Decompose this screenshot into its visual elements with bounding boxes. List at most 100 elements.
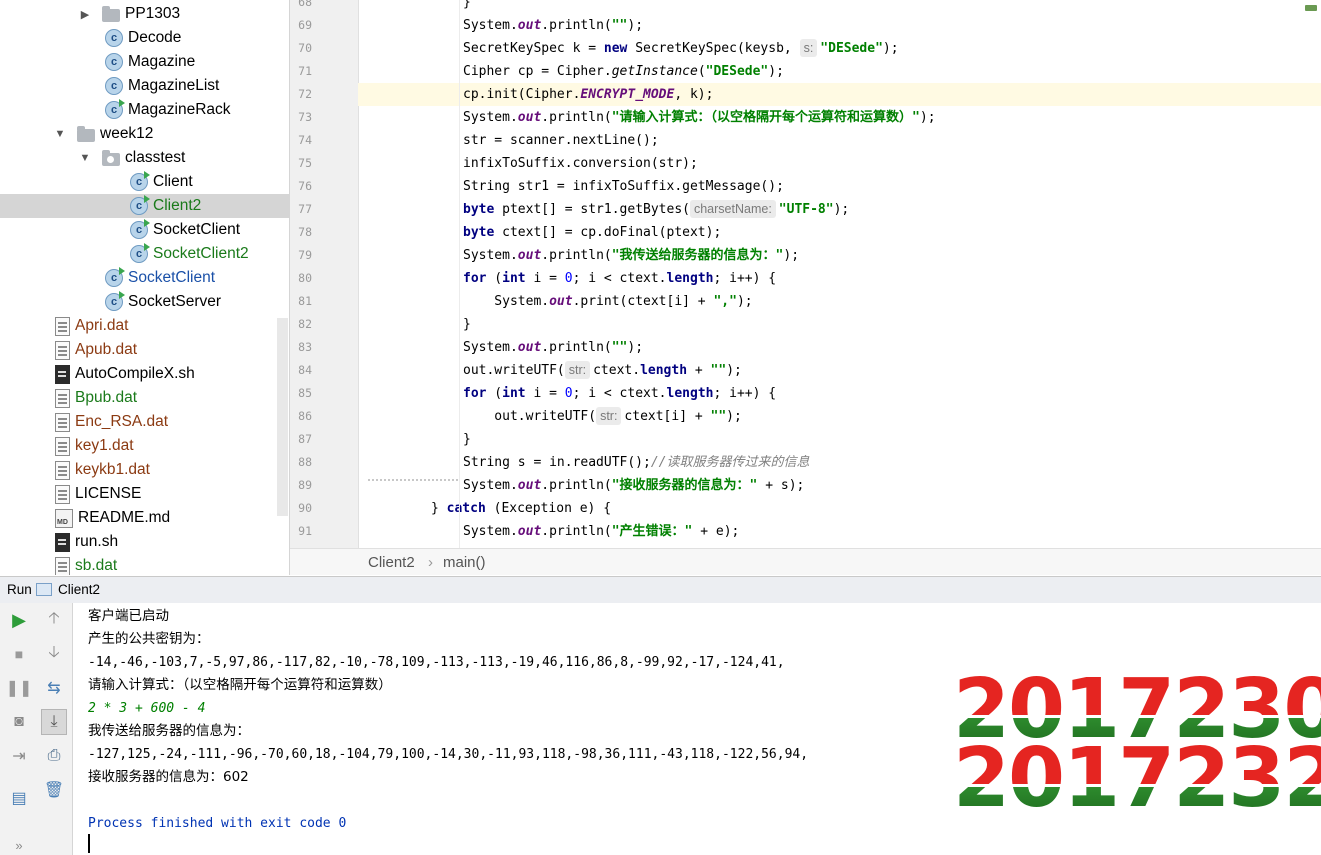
soft-wrap-icon[interactable]: ⇆ [41,675,67,701]
code-line[interactable]: str = scanner.nextLine(); [358,129,1321,152]
scroll-to-end-icon[interactable]: ⤓ [41,709,67,735]
tree-item[interactable]: MD README.md [0,506,289,530]
code-line[interactable]: infixToSuffix.conversion(str); [358,152,1321,175]
code-line[interactable]: System.out.println(""); [358,14,1321,37]
run-tab-client2[interactable]: Client2 [58,582,100,597]
line-number: 91 [298,524,312,538]
line-number: 71 [298,64,312,78]
print-icon[interactable]: ⎙ [41,743,67,769]
rerun-icon[interactable]: ▶ [6,607,32,633]
code-editor[interactable]: 68 69 70 71 72 73 74 75 76 77 78 79 80 81 82 83 84 85 86 87… [290,0,1321,575]
tree-item[interactable]: ▼ classtest [0,146,289,170]
code-line[interactable]: SecretKeySpec k = new SecretKeySpec(keys… [358,37,1321,60]
line-number: 76 [298,179,312,193]
chevron-right-icon[interactable]: ▶ [78,8,92,21]
login-icon[interactable]: ⇥ [6,743,32,769]
code-line[interactable]: cp.init(Cipher.ENCRYPT_MODE, k); [358,83,1321,106]
class-icon-run: c [105,99,125,119]
tree-item[interactable]: c MagazineList [0,74,289,98]
code-line[interactable]: for (int i = 0; i < ctext.length; i++) { [358,382,1321,405]
tree-item-label: Client [153,173,193,190]
code-line[interactable]: } [358,428,1321,451]
tree-item[interactable]: c Client2 [0,194,289,218]
code-line[interactable]: String str1 = infixToSuffix.getMessage()… [358,175,1321,198]
code-line[interactable]: for (int i = 0; i < ctext.length; i++) { [358,267,1321,290]
tree-item[interactable]: run.sh [0,530,289,554]
code-line[interactable]: System.out.println("接收服务器的信息为：" + s); [358,474,1321,497]
tree-item[interactable]: c SocketClient2 [0,242,289,266]
pause-icon[interactable]: ❚❚ [6,675,33,701]
breadcrumb-class[interactable]: Client2 [368,554,415,571]
console-output[interactable]: 20172303 20172322 客户端已启动产生的公共密钥为：-14,-46… [73,603,1321,855]
tree-item[interactable]: LICENSE [0,482,289,506]
tree-item-label: keykb1.dat [75,461,150,478]
tree-item[interactable]: c SocketClient [0,266,289,290]
class-icon-run: c [130,219,150,239]
tree-item[interactable]: c MagazineRack [0,98,289,122]
tree-item[interactable]: Enc_RSA.dat [0,410,289,434]
tree-item-label: MagazineList [128,77,220,94]
tree-item[interactable]: key1.dat [0,434,289,458]
line-number: 69 [298,18,312,32]
tree-item-label: Apri.dat [75,317,129,334]
line-number: 72 [298,87,312,101]
scroll-up-icon[interactable]: 🡡 [41,607,67,633]
chevron-down-icon[interactable]: ▼ [53,128,67,140]
run-tool-window-header: Run Client2 [0,576,1321,604]
console-line: 产生的公共密钥为： [88,631,210,647]
code-text: System.out.println("产生错误：" + e); [463,524,740,539]
tree-scrollbar[interactable] [277,318,288,516]
tree-item[interactable]: sb.dat [0,554,289,575]
console-line: Process finished with exit code 0 [88,816,347,831]
line-number: 86 [298,409,312,423]
scroll-down-icon[interactable]: 🡣 [41,641,67,667]
code-line[interactable]: System.out.println("产生错误：" + e); [358,520,1321,543]
code-text: byte ptext[] = str1.getBytes(charsetName… [463,200,850,218]
breadcrumb-separator: › [428,554,433,571]
tree-item[interactable]: c SocketServer [0,290,289,314]
trash-icon[interactable]: 🗑 [41,777,67,803]
code-line[interactable]: out.writeUTF(str: ctext.length + ""); [358,359,1321,382]
code-line[interactable]: System.out.println(""); [358,336,1321,359]
code-text: Cipher cp = Cipher.getInstance("DESede")… [463,64,784,79]
layout-icon[interactable]: ▤ [6,785,32,811]
tree-item[interactable]: c Magazine [0,50,289,74]
console-line: 2 * 3 + 600 - 4 [88,701,206,716]
tree-item-label: Apub.dat [75,341,138,358]
console-line: -14,-46,-103,7,-5,97,86,-117,82,-10,-78,… [88,655,785,670]
code-line[interactable]: out.writeUTF(str: ctext[i] + ""); [358,405,1321,428]
more-actions-icon[interactable]: » [6,835,32,855]
breadcrumb-method[interactable]: main() [443,554,486,571]
file-icon [55,388,70,408]
tree-item[interactable]: Bpub.dat [0,386,289,410]
tree-item[interactable]: c SocketClient [0,218,289,242]
tree-item[interactable]: AutoCompileX.sh [0,362,289,386]
file-icon [55,340,70,360]
code-line[interactable]: System.out.println("我传送给服务器的信息为："); [358,244,1321,267]
chevron-down-icon[interactable]: ▼ [78,152,92,164]
stop-icon[interactable]: ■ [6,641,32,667]
tree-item[interactable]: Apri.dat [0,314,289,338]
tree-item[interactable]: c Decode [0,26,289,50]
code-line[interactable]: byte ctext[] = cp.doFinal(ptext); [358,221,1321,244]
code-text: System.out.println("我传送给服务器的信息为："); [463,248,800,263]
tree-item-label: AutoCompileX.sh [75,365,195,382]
tree-item[interactable]: c Client [0,170,289,194]
code-line[interactable]: System.out.print(ctext[i] + ","); [358,290,1321,313]
code-line[interactable]: System.out.println("请输入计算式：（以空格隔开每个运算符和运… [358,106,1321,129]
tree-item[interactable]: ▶ PP1303 [0,2,289,26]
code-text: SecretKeySpec k = new SecretKeySpec(keys… [463,39,899,57]
tree-item[interactable]: Apub.dat [0,338,289,362]
code-line[interactable]: Cipher cp = Cipher.getInstance("DESede")… [358,60,1321,83]
tree-item[interactable]: keykb1.dat [0,458,289,482]
code-line[interactable]: } catch (Exception e) { [358,497,1321,520]
line-number: 68 [298,0,312,9]
code-line[interactable]: byte ptext[] = str1.getBytes(charsetName… [358,198,1321,221]
camera-icon[interactable]: ◙ [6,709,32,735]
tree-item-label: LICENSE [75,485,142,502]
code-line[interactable]: String s = in.readUTF();//读取服务器传过来的信息 [358,451,1321,474]
code-line[interactable]: } [358,313,1321,336]
console-line: 我传送给服务器的信息为： [88,723,250,739]
code-line[interactable]: } [358,0,1321,14]
tree-item[interactable]: ▼ week12 [0,122,289,146]
